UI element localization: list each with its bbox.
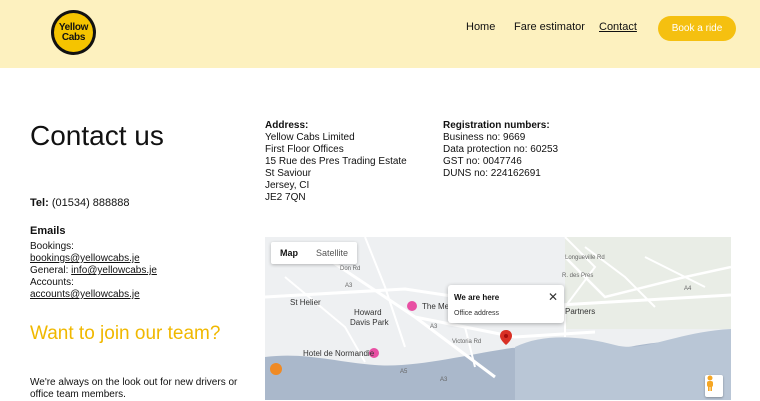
popup-title: We are here bbox=[454, 293, 500, 302]
map-label: St Helier bbox=[290, 298, 321, 307]
yellow-cabs-logo[interactable]: Yellow Cabs bbox=[51, 10, 96, 55]
logo-badge: Yellow Cabs bbox=[54, 13, 93, 52]
registration-line: GST no: 0047746 bbox=[443, 156, 522, 167]
map-label: A4 bbox=[684, 286, 692, 292]
site-header: Yellow Cabs Home Fare estimator Contact … bbox=[0, 0, 760, 68]
address-line: First Floor Offices bbox=[265, 144, 344, 155]
address-line: Yellow Cabs Limited bbox=[265, 132, 355, 143]
registration-line: Business no: 9669 bbox=[443, 132, 526, 143]
address-block: Address: Yellow Cabs Limited First Floor… bbox=[265, 120, 415, 204]
join-team-heading: Want to join our team? bbox=[30, 323, 221, 344]
map-label: The Me bbox=[422, 302, 450, 311]
embedded-map[interactable]: Map Satellite St Helier Howard Davis Par… bbox=[265, 237, 731, 400]
popup-subtitle: Office address bbox=[454, 310, 500, 317]
map-label: Don Rd bbox=[340, 266, 361, 272]
address-line: Jersey, CI bbox=[265, 180, 310, 191]
map-label: Longueville Rd bbox=[565, 255, 605, 261]
emails-heading: Emails bbox=[30, 225, 66, 237]
book-a-ride-button[interactable]: Book a ride bbox=[658, 16, 736, 41]
nav-home[interactable]: Home bbox=[466, 21, 495, 33]
nav-contact[interactable]: Contact bbox=[599, 21, 637, 33]
tel-value: (01534) 888888 bbox=[51, 197, 130, 209]
general-label: General: bbox=[30, 265, 69, 276]
map-label: A3 bbox=[345, 283, 353, 289]
logo-text-top: Yellow bbox=[58, 21, 89, 33]
street-view-pegman-icon[interactable] bbox=[705, 375, 723, 397]
bookings-email-link[interactable]: bookings@yellowcabs.je bbox=[30, 253, 140, 264]
map-type-satellite[interactable]: Satellite bbox=[307, 242, 357, 264]
map-label: A5 bbox=[400, 369, 408, 375]
registration-line: Data protection no: 60253 bbox=[443, 144, 559, 155]
map-label: Victoria Rd bbox=[452, 339, 482, 345]
registration-heading: Registration numbers: bbox=[443, 120, 550, 131]
map-label: R. des Pres bbox=[562, 273, 594, 279]
address-heading: Address: bbox=[265, 120, 309, 131]
map-type-toggle: Map Satellite bbox=[271, 242, 358, 264]
join-team-text: We're always on the look out for new dri… bbox=[30, 377, 238, 400]
telephone: Tel: (01534) 888888 bbox=[30, 197, 130, 209]
nav-fare-estimator[interactable]: Fare estimator bbox=[514, 21, 585, 33]
map-type-map[interactable]: Map bbox=[271, 242, 307, 264]
logo-text-bottom: Cabs bbox=[61, 31, 86, 43]
map-label: Partners bbox=[565, 307, 596, 316]
registration-block: Registration numbers: Business no: 9669 … bbox=[443, 120, 563, 180]
general-email-link[interactable]: info@yellowcabs.je bbox=[71, 265, 157, 276]
map-label: A3 bbox=[430, 324, 438, 330]
map-label: A3 bbox=[440, 377, 448, 383]
accounts-label: Accounts: bbox=[30, 277, 74, 288]
registration-line: DUNS no: 224162691 bbox=[443, 168, 541, 179]
bookings-label: Bookings: bbox=[30, 241, 74, 252]
map-label: Davis Park bbox=[350, 318, 389, 327]
address-line: 15 Rue des Pres Trading Estate bbox=[265, 156, 407, 167]
accounts-email-link[interactable]: accounts@yellowcabs.je bbox=[30, 289, 140, 300]
address-line: St Saviour bbox=[265, 168, 312, 179]
close-icon[interactable]: ✕ bbox=[548, 290, 558, 304]
email-list: Bookings: bookings@yellowcabs.je General… bbox=[30, 241, 157, 301]
page-title: Contact us bbox=[30, 120, 164, 151]
map-info-popup: We are here Office address ✕ bbox=[448, 285, 564, 323]
map-label: Howard bbox=[354, 308, 382, 317]
address-line: JE2 7QN bbox=[265, 192, 306, 203]
map-label: Hotel de Normandie bbox=[303, 349, 375, 358]
tel-label: Tel: bbox=[30, 197, 49, 209]
